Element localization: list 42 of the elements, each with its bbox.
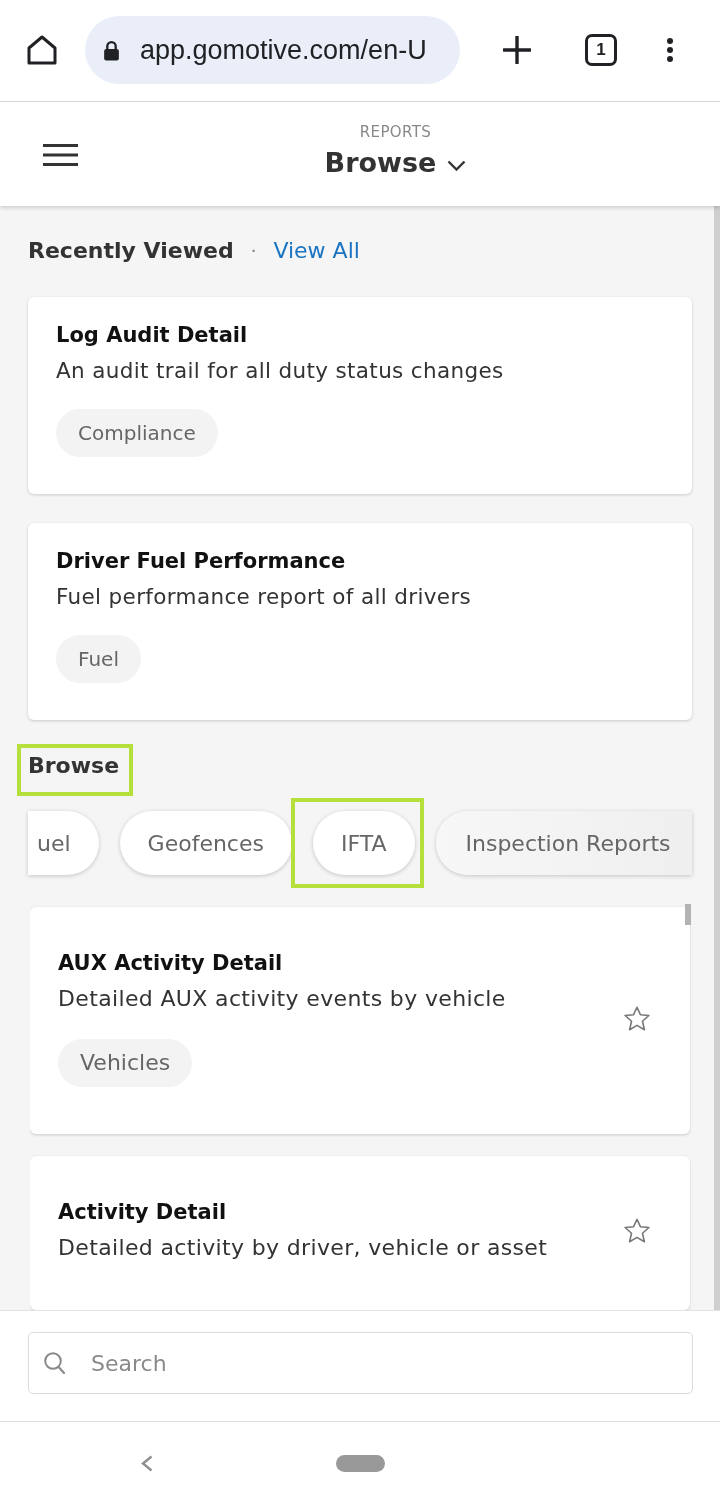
search-field[interactable]: Search xyxy=(28,1332,693,1394)
report-card[interactable]: Log Audit Detail An audit trail for all duty status changes Compliance xyxy=(28,297,692,494)
page-title-dropdown[interactable]: Browse xyxy=(324,146,467,180)
new-tab-icon[interactable] xyxy=(503,36,531,64)
tag-chip: Fuel xyxy=(56,635,141,683)
back-icon[interactable] xyxy=(141,1455,153,1472)
chevron-down-icon xyxy=(447,159,467,171)
star-icon[interactable] xyxy=(624,1218,650,1243)
home-icon[interactable] xyxy=(26,34,58,66)
url-text: app.gomotive.com/en-U xyxy=(140,34,427,66)
tag-chip: Compliance xyxy=(56,409,218,457)
report-description: Fuel performance report of all drivers xyxy=(56,583,472,611)
report-title: Log Audit Detail xyxy=(56,322,248,349)
report-title: AUX Activity Detail xyxy=(58,950,283,977)
separator-dot: · xyxy=(250,239,257,263)
report-description: An audit trail for all duty status changes xyxy=(56,357,504,385)
report-card[interactable]: Driver Fuel Performance Fuel performance report of all drivers Fuel xyxy=(28,523,692,720)
report-description: Detailed activity by driver, vehicle or asset xyxy=(58,1234,548,1262)
tag-chip: Vehicles xyxy=(58,1039,193,1087)
category-chip[interactable]: IFTA xyxy=(312,811,415,875)
home-handle[interactable] xyxy=(336,1455,385,1472)
category-chip[interactable]: Inspection Reports xyxy=(435,811,692,875)
section-heading: Browse xyxy=(28,752,120,780)
more-menu-icon[interactable] xyxy=(667,38,673,62)
report-description: Detailed AUX activity events by vehicle xyxy=(58,985,506,1013)
menu-icon[interactable] xyxy=(43,144,78,166)
section-heading: Recently Viewed xyxy=(28,237,234,265)
category-chip[interactable]: Geofences xyxy=(119,811,292,875)
category-chip[interactable]: uel xyxy=(28,811,99,875)
report-title: Driver Fuel Performance xyxy=(56,548,346,575)
section-label: REPORTS xyxy=(359,123,432,141)
scrollbar-thumb[interactable] xyxy=(685,904,691,925)
address-bar[interactable]: app.gomotive.com/en-U xyxy=(85,16,460,84)
lock-icon xyxy=(103,39,120,61)
tab-switcher-button[interactable]: 1 xyxy=(585,34,617,66)
star-icon[interactable] xyxy=(624,1005,650,1031)
report-card[interactable]: AUX Activity Detail Detailed AUX activity events by vehicle Vehicles xyxy=(30,907,690,1134)
search-icon xyxy=(44,1352,65,1374)
scrollbar-thumb[interactable] xyxy=(714,206,720,1310)
view-all-link[interactable]: View All xyxy=(273,237,360,265)
report-title: Activity Detail xyxy=(58,1199,227,1226)
report-card[interactable]: Activity Detail Detailed activity by driver, vehicle or asset xyxy=(30,1156,690,1310)
